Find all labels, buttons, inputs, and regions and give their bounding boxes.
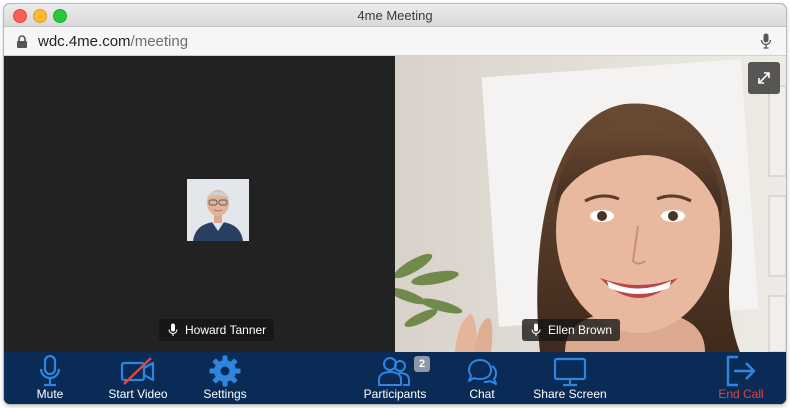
participant-tile-howard[interactable]: Howard Tanner [4,56,395,352]
participant-name-tag: Ellen Brown [522,319,621,341]
end-call-button[interactable]: End Call [712,352,770,404]
participants-icon [378,357,410,386]
participant-name: Howard Tanner [185,323,267,337]
window-title: 4me Meeting [357,8,433,23]
share-screen-button[interactable]: Share Screen [526,352,614,404]
participant-name-tag: Howard Tanner [159,319,275,341]
microphone-icon [531,323,541,336]
chat-icon [468,359,497,385]
gear-icon [209,355,241,387]
avatar [187,179,249,241]
microphone-icon[interactable] [760,33,772,49]
title-bar: 4me Meeting [4,4,786,27]
participants-button[interactable]: 2 Participants [354,352,436,404]
video-off-icon [120,357,155,385]
url-host: wdc.4me.com [38,33,131,50]
meeting-toolbar: Mute Start Video Settings 2 Participants… [4,352,786,404]
share-screen-label: Share Screen [533,387,607,401]
microphone-icon [39,355,61,387]
exit-icon [726,355,756,387]
url-path: /meeting [130,33,189,50]
start-video-button[interactable]: Start Video [100,352,176,404]
avatar-photo [187,179,249,241]
mute-label: Mute [36,387,64,401]
meeting-window: 4me Meeting wdc.4me.com/meeting Howard T… [4,4,786,404]
start-video-label: Start Video [108,387,168,401]
participant-tile-ellen[interactable]: Ellen Brown [395,56,786,352]
microphone-icon [168,323,178,336]
monitor-icon [553,357,587,387]
mute-button[interactable]: Mute [26,352,74,404]
video-stage: Howard Tanner Ellen Brown [4,56,786,352]
end-call-label: End Call [718,387,764,401]
chat-label: Chat [469,387,495,401]
expand-fullscreen-button[interactable] [748,62,780,94]
participants-count-badge: 2 [414,356,430,372]
lock-icon [17,35,27,48]
settings-button[interactable]: Settings [194,352,256,404]
participants-label: Participants [363,387,427,401]
settings-label: Settings [203,387,247,401]
chat-button[interactable]: Chat [460,352,504,404]
address-bar[interactable]: wdc.4me.com/meeting [4,27,786,56]
url-text[interactable]: wdc.4me.com/meeting [38,33,188,50]
participant-video [395,56,786,352]
participant-name: Ellen Brown [548,323,613,337]
expand-icon [758,72,770,84]
